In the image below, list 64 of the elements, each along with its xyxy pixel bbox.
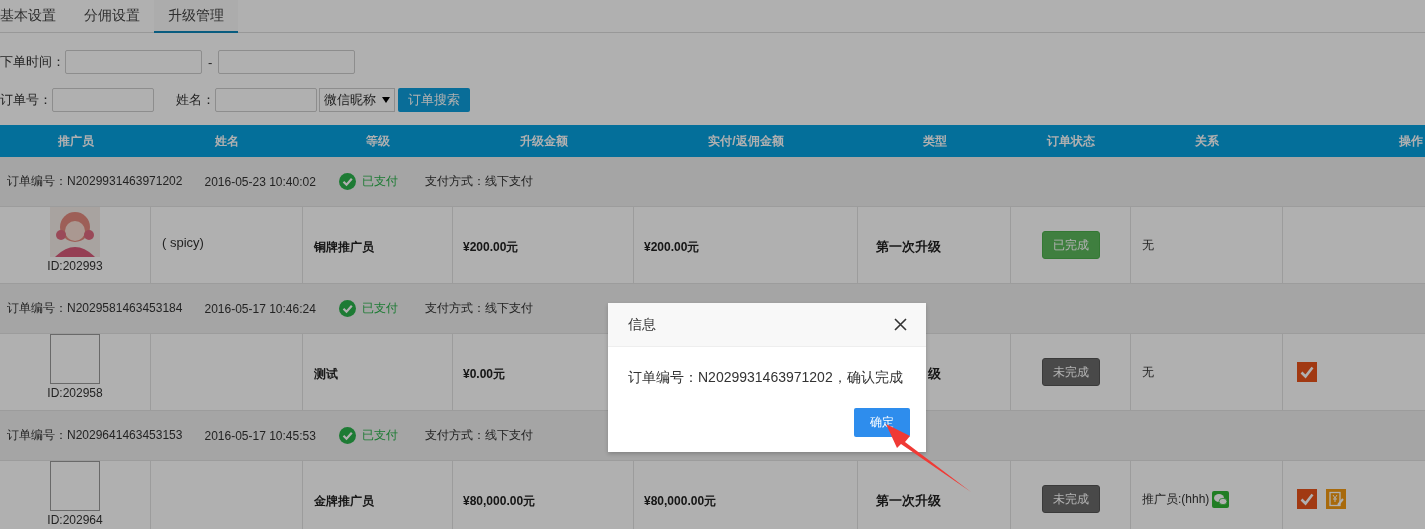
level-name: 金牌推广员 [314, 492, 374, 510]
promoter-id: ID:202964 [47, 513, 103, 527]
close-icon[interactable] [894, 318, 907, 331]
upgrade-type: 第一次升级 [875, 493, 941, 508]
payment-status: 已支付 [361, 427, 398, 444]
promoter-name: ( spicy) [162, 235, 204, 250]
payment-method: 支付方式：线下支付 [424, 173, 533, 190]
column-header: 订单状态 [1045, 133, 1096, 150]
name-label: 姓名： [176, 91, 215, 109]
name-type-select[interactable]: 微信昵称 [319, 88, 395, 112]
column-header: 实付/返佣金额 [707, 133, 785, 150]
upgrade-amount: ¥80,000.00元 [463, 492, 536, 510]
end-date-field[interactable] [218, 50, 356, 74]
upgrade-type: 级 [927, 366, 941, 381]
level-name: 测试 [314, 365, 338, 383]
upgrade-amount: ¥200.00元 [463, 238, 519, 256]
payment-status: 已支付 [361, 173, 398, 190]
column-header: 类型 [921, 133, 948, 150]
column-header: 操作 [1398, 133, 1424, 150]
start-date-field[interactable] [65, 50, 202, 74]
paid-amount: ¥80,000.00元 [644, 492, 717, 510]
check-button[interactable] [1297, 489, 1317, 509]
order-status-badge: 未完成 [1041, 358, 1100, 386]
upgrade-type: 第一次升级 [875, 239, 941, 254]
order-time-label: 下单时间： [0, 53, 65, 71]
tab[interactable]: 升级管理 [154, 0, 238, 33]
promoter-id: ID:202993 [47, 259, 103, 273]
dialog-message: 订单编号：N2029931463971202，确认完成 [627, 368, 904, 387]
column-header: 升级金额 [518, 133, 569, 150]
payment-status: 已支付 [361, 300, 398, 317]
order-number-label: 订单号： [0, 91, 52, 109]
order-number-field[interactable] [52, 88, 154, 112]
order-status-badge: 已完成 [1041, 231, 1100, 259]
check-circle-icon [338, 427, 356, 444]
dialog-title: 信息 [628, 315, 656, 334]
range-separator: - [208, 54, 213, 70]
paid-amount: ¥200.00元 [644, 238, 700, 256]
relation-text: 无 [1142, 363, 1154, 381]
check-circle-icon [338, 300, 356, 317]
edit-button[interactable] [1326, 489, 1346, 509]
check-circle-icon [338, 173, 356, 190]
payment-method: 支付方式：线下支付 [424, 300, 533, 317]
order-number: 订单编号：N2029931463971202 [7, 173, 183, 190]
order-time: 2016-05-17 10:46:24 [204, 301, 316, 316]
level-name: 铜牌推广员 [314, 238, 374, 256]
caret-icon [382, 97, 390, 103]
relation-text: 无 [1142, 236, 1154, 254]
tab[interactable]: 分佣设置 [70, 0, 154, 33]
relation-text: 推广员:(hhh) [1142, 490, 1210, 508]
tab[interactable]: 基本设置 [0, 0, 70, 33]
order-number: 订单编号：N2029581463453184 [7, 300, 183, 317]
name-field[interactable] [215, 88, 317, 112]
order-number: 订单编号：N2029641463453153 [7, 427, 183, 444]
column-header: 等级 [365, 133, 391, 150]
upgrade-amount: ¥0.00元 [463, 365, 506, 383]
promoter-id: ID:202958 [47, 386, 103, 400]
column-header: 姓名 [214, 133, 240, 150]
column-header: 关系 [1194, 133, 1220, 150]
column-header: 推广员 [56, 133, 95, 150]
payment-method: 支付方式：线下支付 [424, 427, 533, 444]
check-button[interactable] [1297, 362, 1317, 382]
order-status-badge: 未完成 [1041, 485, 1100, 513]
order-time: 2016-05-17 10:45:53 [204, 428, 316, 443]
order-time: 2016-05-23 10:40:02 [204, 174, 316, 189]
